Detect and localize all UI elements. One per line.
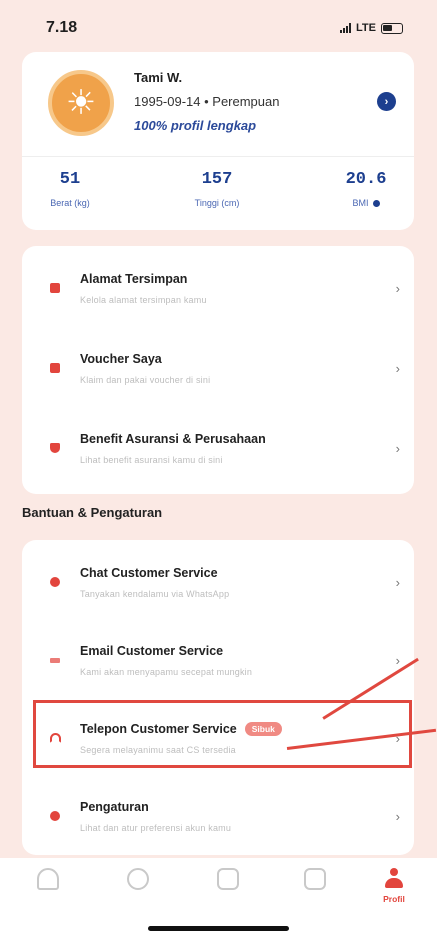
chevron-right-icon: › [395, 441, 400, 456]
chevron-right-icon: › [395, 809, 400, 824]
person-icon [383, 868, 405, 892]
chat-icon [127, 868, 149, 890]
stat-value: 20.6 [345, 170, 387, 189]
annotation-highlight-box [33, 700, 412, 768]
stat-label: Tinggi (cm) [194, 198, 240, 208]
status-time: 7.18 [46, 19, 78, 36]
menu-item-saved-address[interactable]: Alamat Tersimpan Kelola alamat tersimpan… [22, 250, 414, 328]
home-indicator [148, 926, 289, 931]
menu-item-title: Chat Customer Service [80, 566, 218, 580]
profile-completeness: 100% profil lengkap [134, 118, 257, 133]
stat-label: BMI [352, 198, 369, 208]
menu-item-chat-cs[interactable]: Chat Customer Service Tanyakan kendalamu… [22, 544, 414, 622]
stat-weight: 51 Berat (kg) [34, 170, 106, 208]
nav-profile[interactable]: Profil [364, 868, 424, 904]
menu-item-subtitle: Klaim dan pakai voucher di sini [80, 375, 211, 385]
profile-dob-gender: 1995-09-14 • Perempuan [134, 94, 280, 109]
status-bar: 7.18 LTE [0, 0, 437, 56]
records-icon [304, 868, 326, 890]
menu-item-subtitle: Lihat benefit asuransi kamu di sini [80, 455, 223, 465]
cart-icon [217, 868, 239, 890]
chat-icon [50, 577, 60, 587]
nav-cart[interactable] [198, 868, 258, 890]
account-menu-card: Alamat Tersimpan Kelola alamat tersimpan… [22, 246, 414, 494]
network-type: LTE [356, 22, 376, 34]
menu-item-subtitle: Lihat dan atur preferensi akun kamu [80, 823, 232, 833]
shield-icon [50, 443, 60, 453]
nav-records[interactable] [285, 868, 345, 890]
nav-home[interactable] [18, 868, 78, 890]
section-title-help-settings: Bantuan & Pengaturan [22, 505, 163, 520]
stat-bmi[interactable]: 20.6 BMI [328, 170, 404, 208]
menu-item-my-voucher[interactable]: Voucher Saya Klaim dan pakai voucher di … [22, 330, 414, 408]
chevron-right-icon[interactable]: › [377, 92, 396, 111]
menu-item-insurance-benefit[interactable]: Benefit Asuransi & Perusahaan Lihat bene… [22, 410, 414, 488]
stat-height: 157 Tinggi (cm) [177, 170, 257, 208]
avatar: ☀ [48, 70, 114, 136]
menu-item-title: Alamat Tersimpan [80, 272, 188, 286]
chevron-right-icon: › [395, 575, 400, 590]
sun-icon: ☀ [65, 84, 97, 122]
menu-item-subtitle: Kami akan menyapamu secepat mungkin [80, 667, 253, 677]
chevron-right-icon: › [395, 281, 400, 296]
gear-icon [50, 811, 60, 821]
voucher-icon [50, 363, 60, 373]
menu-item-subtitle: Tanyakan kendalamu via WhatsApp [80, 589, 230, 599]
stat-value: 157 [201, 170, 233, 189]
status-icons: LTE [340, 22, 403, 34]
profile-card[interactable]: ☀ Tami W. 1995-09-14 • Perempuan 100% pr… [22, 52, 414, 230]
menu-item-settings[interactable]: Pengaturan Lihat dan atur preferensi aku… [22, 778, 414, 856]
bookmark-icon [50, 283, 60, 293]
battery-icon [381, 22, 403, 34]
menu-item-subtitle: Kelola alamat tersimpan kamu [80, 295, 207, 305]
menu-item-title: Voucher Saya [80, 352, 162, 366]
stat-label: Berat (kg) [50, 198, 90, 208]
menu-item-title: Benefit Asuransi & Perusahaan [80, 432, 266, 446]
nav-chat[interactable] [108, 868, 168, 890]
chevron-right-icon: › [395, 361, 400, 376]
nav-label: Profil [383, 894, 405, 904]
menu-item-title: Pengaturan [80, 800, 149, 814]
menu-item-email-cs[interactable]: Email Customer Service Kami akan menyapa… [22, 622, 414, 700]
stat-value: 51 [59, 170, 81, 189]
email-icon [50, 658, 60, 663]
divider [22, 156, 414, 157]
menu-item-title: Email Customer Service [80, 644, 224, 658]
info-icon[interactable] [372, 199, 380, 207]
home-icon [37, 868, 59, 890]
chevron-right-icon: › [395, 653, 400, 668]
profile-name: Tami W. [134, 70, 183, 85]
signal-icon [340, 23, 352, 33]
